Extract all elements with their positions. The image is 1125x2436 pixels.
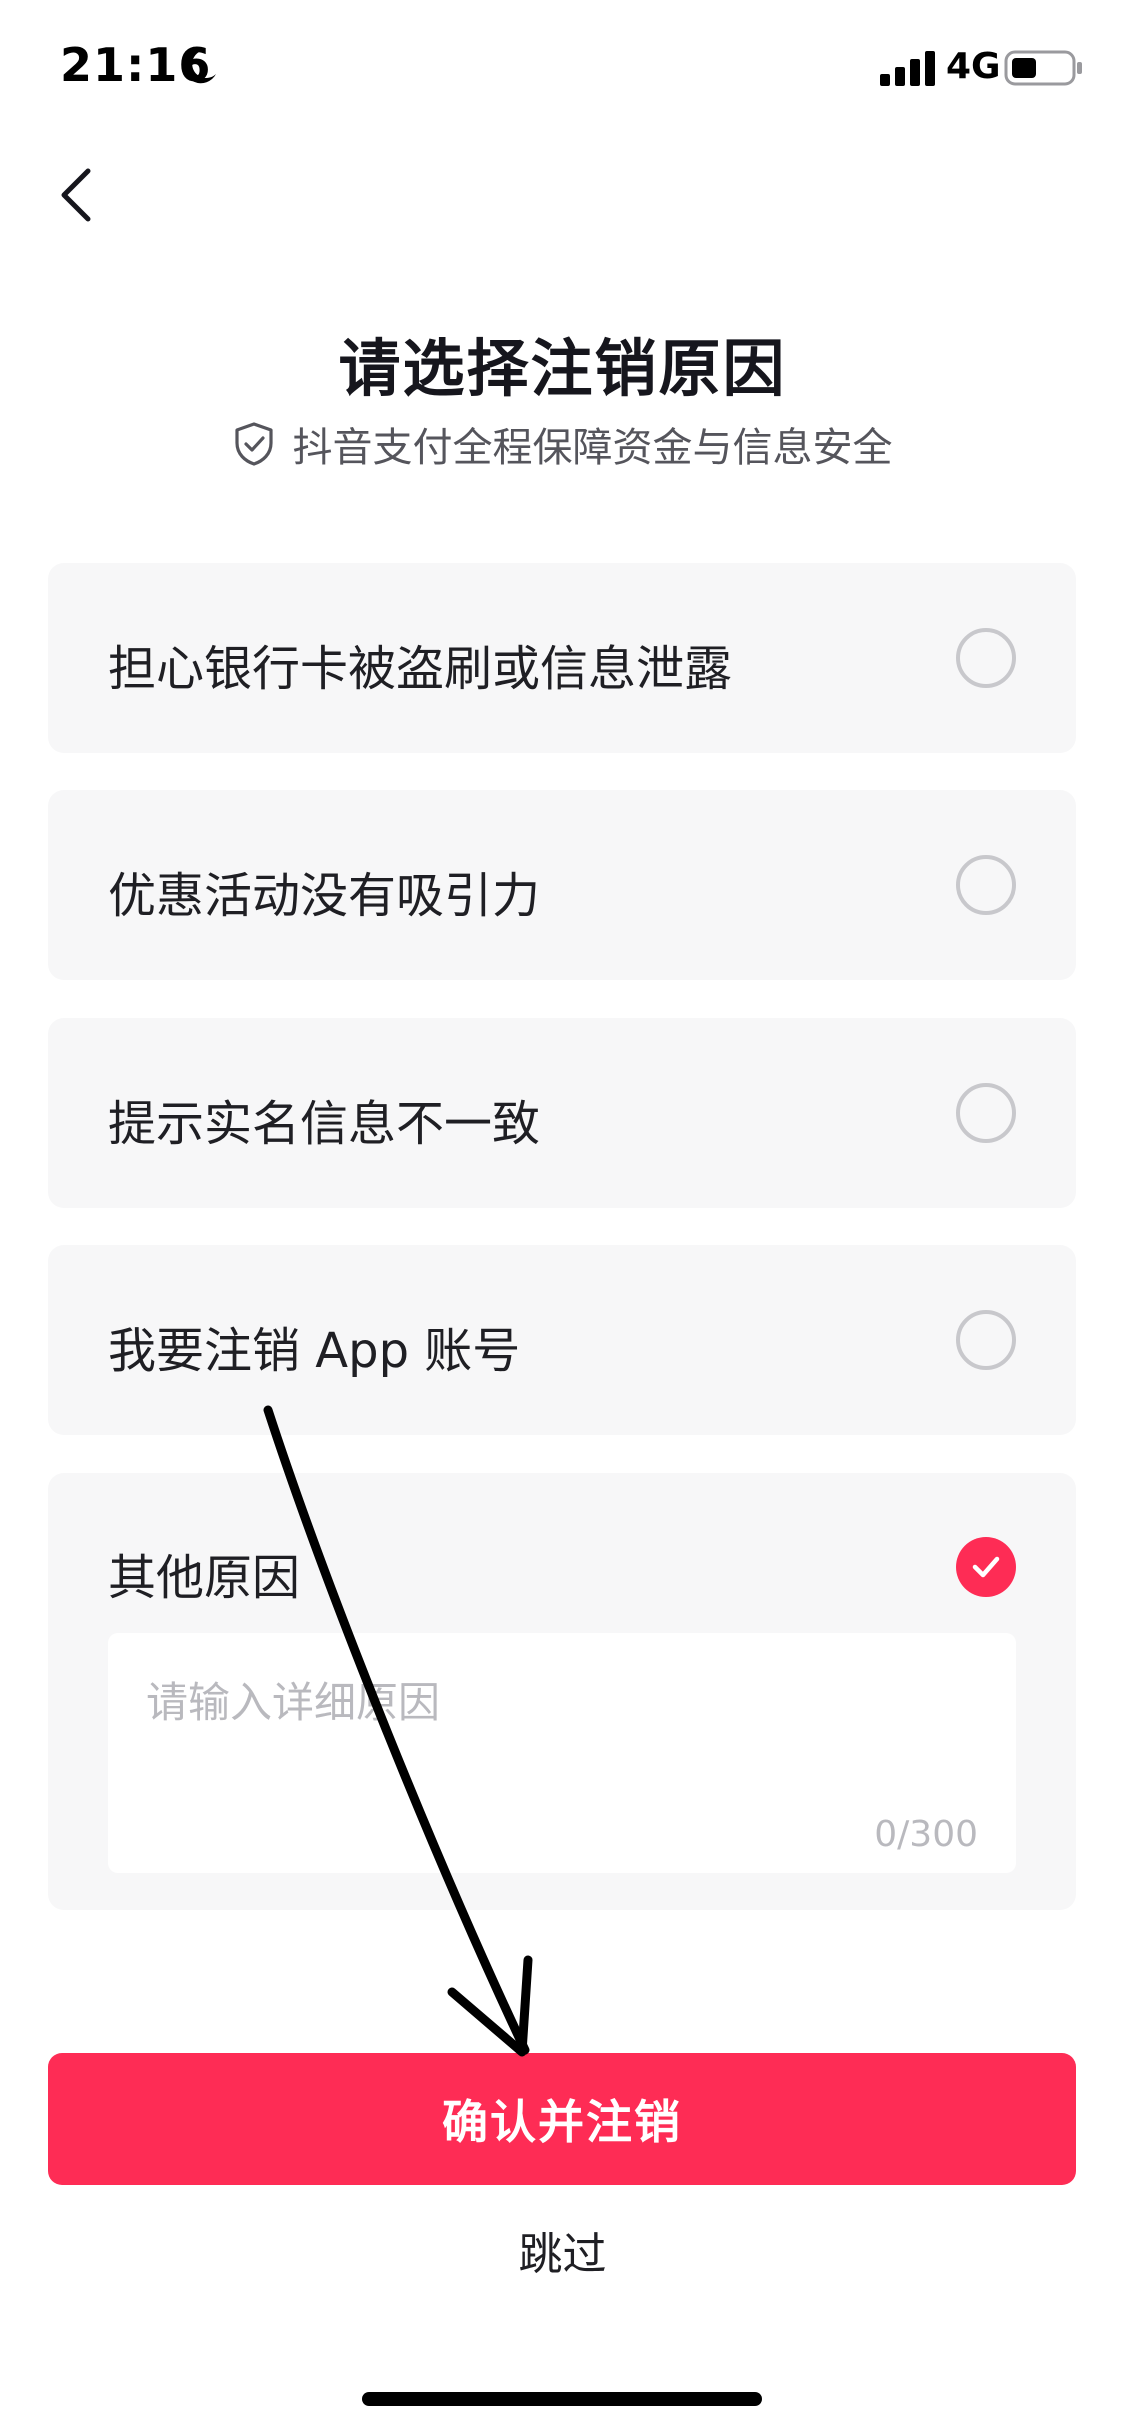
reason-option-card-promotion[interactable]: 优惠活动没有吸引力	[48, 790, 1076, 980]
reason-label: 提示实名信息不一致	[108, 1096, 541, 1152]
status-bar: 21:16 4G	[0, 0, 1125, 140]
reason-label: 我要注销 App 账号	[108, 1323, 521, 1379]
home-indicator	[362, 2392, 762, 2406]
reason-option-card-other[interactable]: 其他原因 0/300	[48, 1473, 1076, 1910]
detail-reason-box: 0/300	[108, 1633, 1016, 1873]
reason-label: 其他原因	[108, 1550, 301, 1606]
checkmark-icon	[972, 1556, 1000, 1578]
radio-unchecked[interactable]	[956, 855, 1016, 915]
reason-option-card-realname[interactable]: 提示实名信息不一致	[48, 1018, 1076, 1208]
back-button[interactable]	[40, 155, 120, 235]
char-counter: 0/300	[874, 1814, 978, 1855]
reason-label: 担心银行卡被盗刷或信息泄露	[108, 641, 733, 697]
network-label: 4G	[946, 46, 1001, 87]
signal-icon	[880, 51, 935, 86]
security-note: 抖音支付全程保障资金与信息安全	[0, 415, 1125, 473]
skip-link[interactable]: 跳过	[0, 2218, 1125, 2282]
radio-unchecked[interactable]	[956, 628, 1016, 688]
moon-icon	[183, 49, 216, 84]
battery-icon	[1004, 50, 1082, 86]
radio-checked[interactable]	[956, 1537, 1016, 1597]
reason-option-card-leak[interactable]: 担心银行卡被盗刷或信息泄露	[48, 563, 1076, 753]
shield-check-icon	[234, 422, 273, 466]
reason-option-card-app-account[interactable]: 我要注销 App 账号	[48, 1245, 1076, 1435]
page-title: 请选择注销原因	[338, 332, 787, 405]
radio-unchecked[interactable]	[956, 1083, 1016, 1143]
reason-label: 优惠活动没有吸引力	[108, 868, 541, 924]
security-note-text: 抖音支付全程保障资金与信息安全	[292, 425, 893, 471]
confirm-cancel-button[interactable]: 确认并注销	[48, 2053, 1076, 2185]
chevron-left-icon	[61, 168, 91, 222]
radio-unchecked[interactable]	[956, 1310, 1016, 1370]
